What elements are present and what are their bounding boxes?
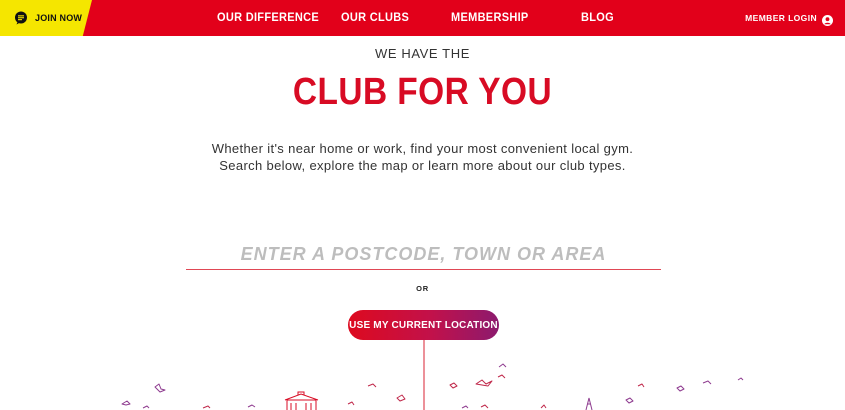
bird-icon (121, 400, 131, 406)
bird-icon (202, 405, 211, 409)
member-login-label: MEMBER LOGIN (745, 13, 817, 23)
bird-icon (396, 394, 406, 402)
bird-icon (676, 385, 685, 392)
chat-bubble-icon (14, 11, 28, 25)
bird-icon (625, 397, 634, 404)
bird-icon (480, 404, 489, 409)
nav-membership[interactable]: MEMBERSHIP (451, 0, 529, 37)
bird-icon (142, 405, 150, 409)
bird-icon (247, 404, 256, 408)
member-login-link[interactable]: MEMBER LOGIN (745, 0, 833, 36)
bird-icon (475, 379, 493, 387)
or-divider-label: OR (416, 284, 429, 293)
bird-icon (347, 401, 355, 406)
landmark-building (284, 391, 319, 410)
hero-headline: CLUB FOR YOU (292, 71, 553, 113)
pylon-landmark (585, 397, 593, 410)
user-icon (822, 13, 833, 26)
bird-icon (737, 377, 744, 381)
bird-icon (702, 380, 712, 385)
nav-blog[interactable]: BLOG (581, 0, 614, 37)
hero-eyebrow: WE HAVE THE (375, 46, 470, 61)
bird-icon (449, 382, 458, 389)
location-search-input[interactable] (186, 240, 661, 270)
bird-icon (637, 383, 645, 388)
bird-icon (497, 374, 506, 379)
top-navigation-bar: JOIN NOW OUR DIFFERENCE OUR CLUBS MEMBER… (0, 0, 845, 36)
join-now-button[interactable]: JOIN NOW (0, 0, 92, 36)
nav-our-difference[interactable]: OUR DIFFERENCE (217, 0, 319, 37)
join-now-label: JOIN NOW (35, 13, 83, 23)
bird-icon (367, 383, 377, 388)
bird-icon (154, 383, 166, 393)
bird-icon (498, 363, 507, 368)
use-current-location-button[interactable]: USE MY CURRENT LOCATION (348, 310, 499, 340)
map-illustration (121, 340, 744, 410)
nav-our-clubs[interactable]: OUR CLUBS (341, 0, 409, 37)
bird-icon (461, 405, 469, 409)
bird-icon (540, 404, 547, 409)
hero-intro-text: Whether it's near home or work, find you… (211, 141, 634, 173)
